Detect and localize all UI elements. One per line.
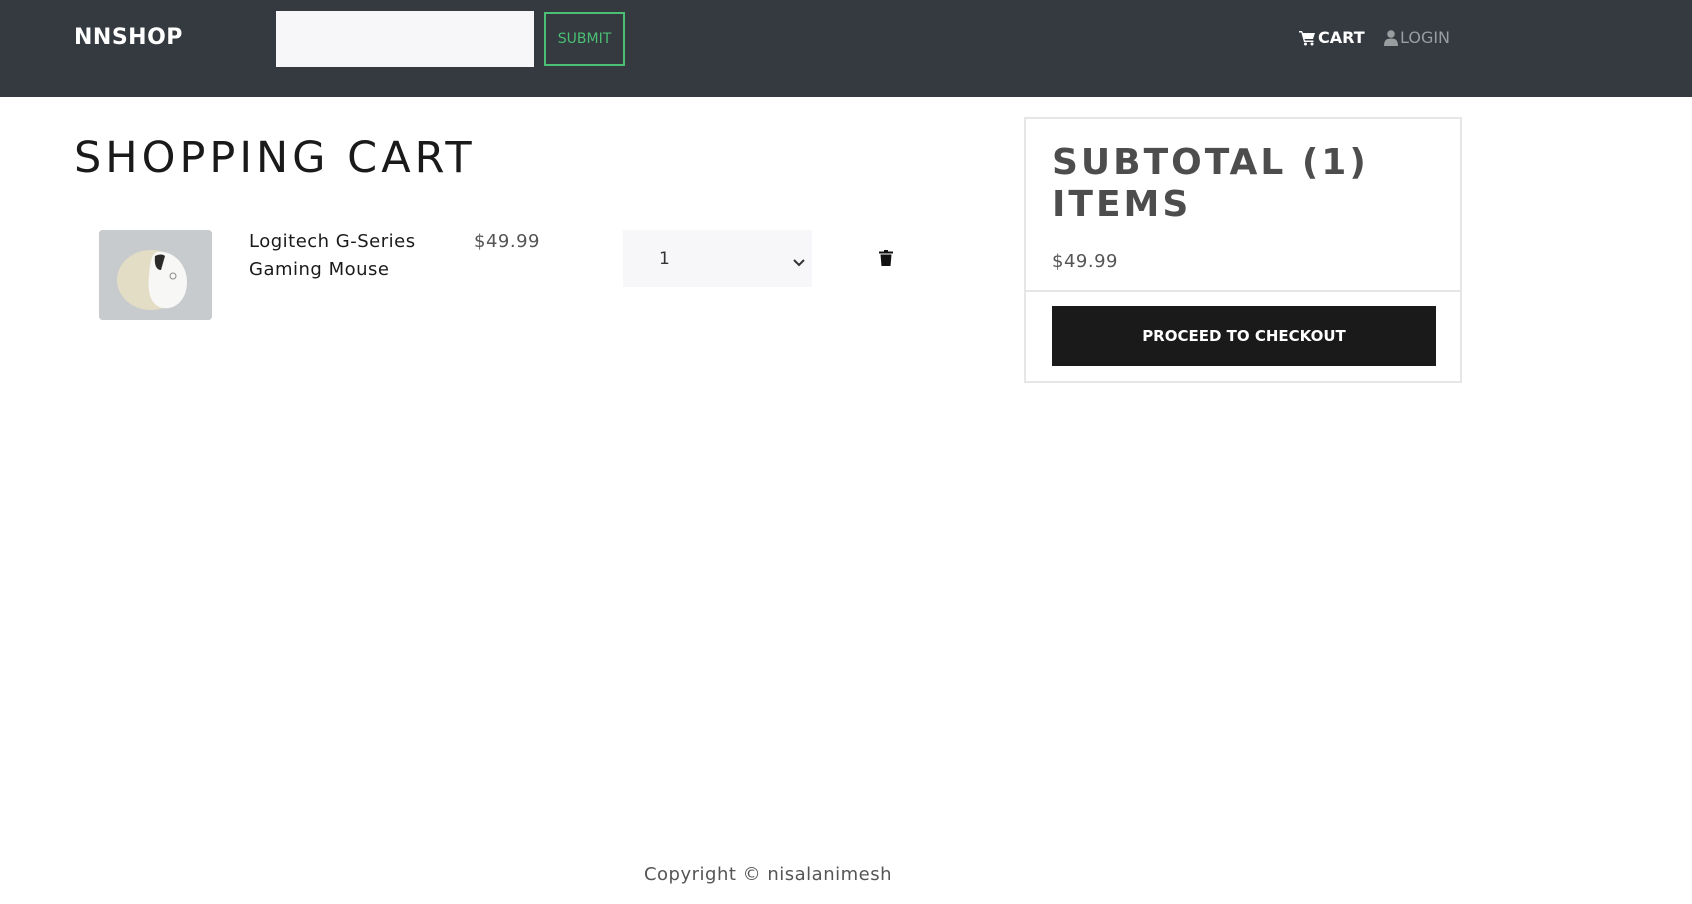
nav-cart-label: CART [1318, 28, 1365, 47]
product-name-link[interactable]: Logitech G-Series Gaming Mouse [249, 228, 439, 284]
search-input[interactable] [276, 11, 534, 67]
summary-divider [1026, 290, 1460, 292]
nav-login-label: LOGIN [1400, 28, 1451, 47]
nav-login-link[interactable]: LOGIN [1384, 28, 1450, 47]
order-summary-card: SUBTOTAL (1) ITEMS $49.99 PROCEED TO CHE… [1024, 117, 1462, 383]
product-image[interactable] [99, 230, 212, 320]
page-title: SHOPPING CART [74, 133, 476, 183]
trash-icon [879, 249, 893, 269]
brand-logo[interactable]: NNSHOP [74, 25, 183, 50]
subtotal-amount: $49.99 [1052, 251, 1118, 272]
navbar: NNSHOP SUBMIT CART LOGIN [0, 0, 1692, 97]
footer-copyright: Copyright © nisalanimesh [643, 864, 893, 885]
user-icon [1384, 29, 1398, 46]
cart-icon [1299, 30, 1316, 46]
subtotal-title: SUBTOTAL (1) ITEMS [1052, 142, 1369, 225]
submit-button[interactable]: SUBMIT [544, 12, 625, 66]
mouse-product-image [99, 230, 212, 320]
quantity-select[interactable]: 1 [623, 230, 812, 287]
checkout-button[interactable]: PROCEED TO CHECKOUT [1052, 306, 1436, 366]
delete-item-button[interactable] [876, 249, 896, 269]
product-price: $49.99 [474, 231, 540, 252]
nav-cart-link[interactable]: CART [1299, 28, 1365, 47]
